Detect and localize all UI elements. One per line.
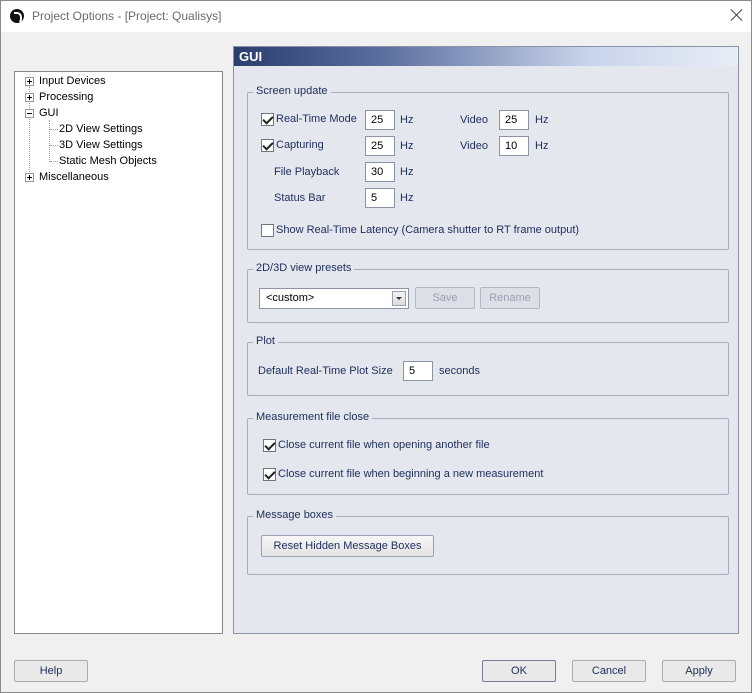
realtime-latency-checkbox[interactable] bbox=[261, 224, 274, 237]
tree-item-3d-view-settings[interactable]: 3D View Settings bbox=[59, 137, 143, 153]
tree-item-gui[interactable]: GUI bbox=[39, 105, 59, 121]
capturing-video-hz-unit: Hz bbox=[535, 140, 549, 152]
tree-item-2d-view-settings[interactable]: 2D View Settings bbox=[59, 121, 143, 137]
gui-settings-panel: GUI Screen update Real-Time Mode 25 Hz V… bbox=[233, 46, 739, 634]
status-bar-label: Status Bar bbox=[274, 192, 326, 204]
status-bar-hz-input[interactable]: 5 bbox=[365, 188, 395, 208]
plot-size-unit: seconds bbox=[439, 365, 480, 377]
panel-title: GUI bbox=[239, 49, 263, 64]
screen-update-legend: Screen update bbox=[253, 85, 331, 97]
close-on-new-measurement-label: Close current file when beginning a new … bbox=[278, 468, 544, 480]
file-playback-hz-input[interactable]: 30 bbox=[365, 162, 395, 182]
realtime-video-label: Video bbox=[460, 114, 488, 126]
message-boxes-group: Message boxes Reset Hidden Message Boxes bbox=[247, 509, 729, 575]
capturing-hz-input[interactable]: 25 bbox=[365, 136, 395, 156]
save-preset-button[interactable]: Save bbox=[415, 287, 475, 309]
title-bar: Project Options - [Project: Qualisys] bbox=[1, 1, 751, 32]
status-bar-hz-unit: Hz bbox=[400, 192, 414, 204]
tree-item-static-mesh-objects[interactable]: Static Mesh Objects bbox=[59, 153, 157, 169]
close-on-open-checkbox[interactable] bbox=[263, 439, 276, 452]
window-title: Project Options - [Project: Qualisys] bbox=[32, 9, 222, 23]
file-playback-label: File Playback bbox=[274, 166, 340, 178]
expand-input-devices-icon[interactable] bbox=[25, 77, 34, 86]
apply-button[interactable]: Apply bbox=[662, 660, 736, 682]
plot-legend: Plot bbox=[253, 335, 278, 347]
qualisys-app-icon bbox=[10, 9, 24, 24]
expand-processing-icon[interactable] bbox=[25, 93, 34, 102]
close-on-new-measurement-checkbox[interactable] bbox=[263, 468, 276, 481]
reset-hidden-message-boxes-button[interactable]: Reset Hidden Message Boxes bbox=[261, 535, 434, 557]
capturing-label: Capturing bbox=[276, 139, 324, 151]
plot-size-input[interactable]: 5 bbox=[403, 361, 433, 381]
realtime-mode-label: Real-Time Mode bbox=[276, 113, 357, 125]
project-options-window: Project Options - [Project: Qualisys] In… bbox=[0, 0, 752, 693]
tree-item-processing[interactable]: Processing bbox=[39, 89, 93, 105]
close-on-open-label: Close current file when opening another … bbox=[278, 439, 490, 451]
capturing-video-hz-input[interactable]: 10 bbox=[499, 136, 529, 156]
view-preset-selected: <custom> bbox=[266, 292, 315, 304]
tree-item-miscellaneous[interactable]: Miscellaneous bbox=[39, 169, 109, 185]
chevron-down-icon[interactable] bbox=[392, 291, 406, 306]
measurement-close-group: Measurement file close Close current fil… bbox=[247, 411, 729, 495]
close-icon[interactable] bbox=[730, 8, 744, 22]
options-tree[interactable]: Input Devices Processing GUI 2D View Set… bbox=[14, 71, 223, 634]
realtime-video-hz-unit: Hz bbox=[535, 114, 549, 126]
rename-preset-button[interactable]: Rename bbox=[480, 287, 540, 309]
collapse-gui-icon[interactable] bbox=[25, 109, 34, 118]
view-presets-legend: 2D/3D view presets bbox=[253, 262, 355, 274]
cancel-button[interactable]: Cancel bbox=[572, 660, 646, 682]
realtime-hz-input[interactable]: 25 bbox=[365, 110, 395, 130]
realtime-latency-label: Show Real-Time Latency (Camera shutter t… bbox=[276, 224, 580, 236]
screen-update-group: Screen update Real-Time Mode 25 Hz Video… bbox=[247, 85, 729, 250]
view-presets-group: 2D/3D view presets <custom> Save Rename bbox=[247, 262, 729, 323]
expand-miscellaneous-icon[interactable] bbox=[25, 173, 34, 182]
realtime-hz-unit: Hz bbox=[400, 114, 414, 126]
tree-item-input-devices[interactable]: Input Devices bbox=[39, 73, 106, 89]
realtime-video-hz-input[interactable]: 25 bbox=[499, 110, 529, 130]
plot-size-label: Default Real-Time Plot Size bbox=[258, 365, 393, 377]
capturing-checkbox[interactable] bbox=[261, 139, 274, 152]
capturing-video-label: Video bbox=[460, 140, 488, 152]
panel-header: GUI bbox=[234, 47, 738, 66]
view-preset-select[interactable]: <custom> bbox=[259, 288, 409, 309]
message-boxes-legend: Message boxes bbox=[253, 509, 337, 521]
ok-button[interactable]: OK bbox=[482, 660, 556, 682]
measurement-close-legend: Measurement file close bbox=[253, 411, 373, 423]
realtime-mode-checkbox[interactable] bbox=[261, 113, 274, 126]
plot-group: Plot Default Real-Time Plot Size 5 secon… bbox=[247, 335, 729, 396]
capturing-hz-unit: Hz bbox=[400, 140, 414, 152]
file-playback-hz-unit: Hz bbox=[400, 166, 414, 178]
help-button[interactable]: Help bbox=[14, 660, 88, 682]
